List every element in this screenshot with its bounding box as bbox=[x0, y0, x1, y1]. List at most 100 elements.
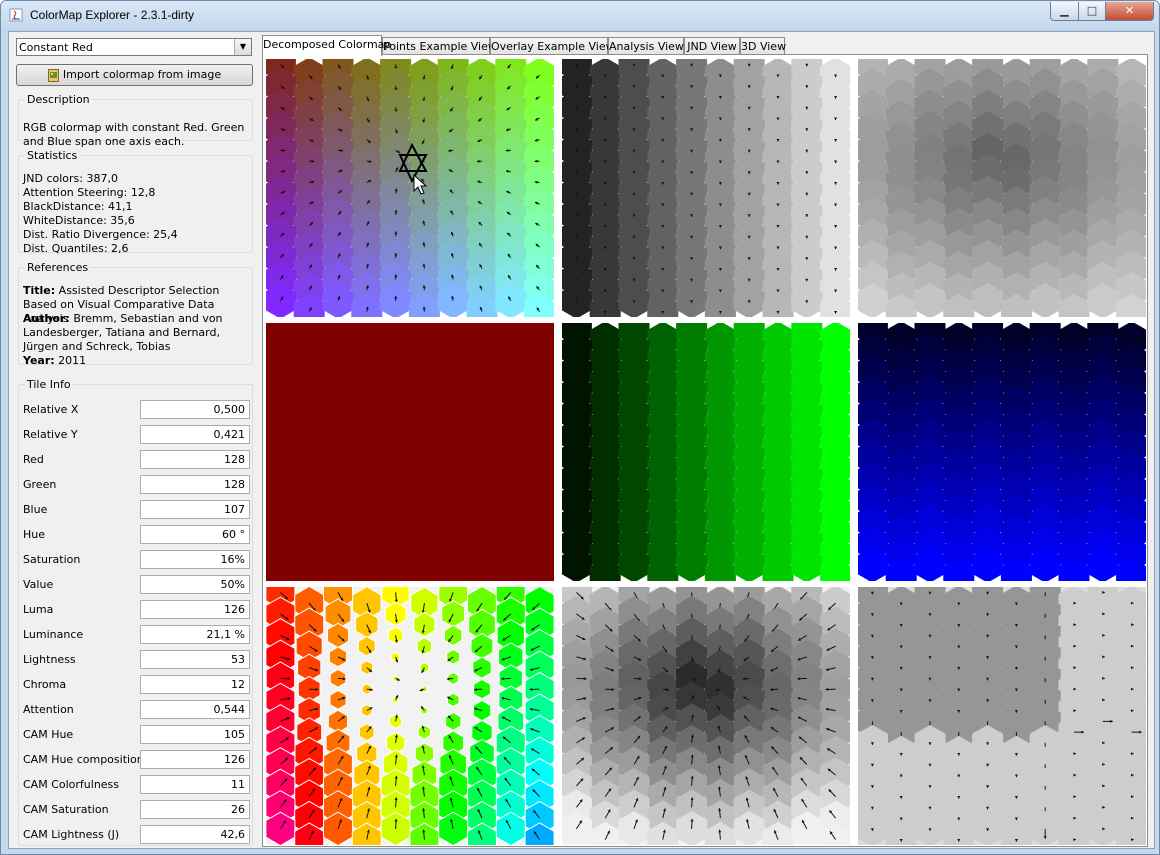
chevron-down-icon[interactable]: ▼ bbox=[234, 39, 251, 55]
tile-info-field-relative-y[interactable]: 0,421 bbox=[140, 425, 250, 444]
tile-info-label-relative-y: Relative Y bbox=[23, 428, 78, 441]
tile-info-label-cam-hue: CAM Hue bbox=[23, 728, 74, 741]
tile-info-field-saturation[interactable]: 16% bbox=[140, 550, 250, 569]
tab-analysis-view[interactable]: Analysis View bbox=[608, 37, 684, 55]
reference-year-value: 2011 bbox=[58, 354, 87, 367]
tile-attention-hexagons[interactable] bbox=[858, 587, 1146, 845]
image-icon bbox=[47, 68, 59, 82]
hex-cell bbox=[329, 689, 347, 710]
tile-info-section: Tile Info Relative X 0,500 Relative Y 0,421… bbox=[18, 378, 253, 846]
tile-saturation-hexagons-canvas bbox=[562, 587, 850, 845]
tile-info-field-attention[interactable]: 0,544 bbox=[140, 700, 250, 719]
stat-dist-ratio-divergence: Dist. Ratio Divergence: 25,4 bbox=[23, 228, 178, 241]
tile-luminance-gray[interactable] bbox=[858, 59, 1146, 317]
tile-info-field-value[interactable]: 50% bbox=[140, 575, 250, 594]
reference-year: Year: 2011 bbox=[23, 354, 247, 368]
hex-cell bbox=[357, 635, 376, 657]
tile-info-label-red: Red bbox=[23, 453, 44, 466]
colormap-select[interactable]: Constant Red ▼ bbox=[16, 38, 252, 56]
tile-green-channel-canvas bbox=[562, 323, 850, 581]
tile-info-label-saturation: Saturation bbox=[23, 553, 81, 566]
tile-blue-channel-canvas bbox=[858, 323, 1146, 581]
tile-info-label-cam-lightness-j: CAM Lightness (J) bbox=[23, 828, 120, 841]
tile-colormap-rgb[interactable] bbox=[266, 59, 554, 317]
stat-attention-steering: Attention Steering: 12,8 bbox=[23, 186, 156, 199]
decomposed-colormap-panel bbox=[262, 54, 1148, 847]
tile-colormap-rgb-canvas bbox=[266, 59, 554, 317]
description-section: Description RGB colormap with constant R… bbox=[18, 93, 253, 148]
tile-info-field-lightness[interactable]: 53 bbox=[140, 650, 250, 669]
reference-title-label: Title: bbox=[23, 284, 56, 297]
tile-info-field-cam-hue[interactable]: 105 bbox=[140, 725, 250, 744]
tab-jnd-view[interactable]: JND View bbox=[684, 37, 740, 55]
maximize-button[interactable]: □ bbox=[1078, 2, 1106, 21]
stat-dist-quantiles: Dist. Quantiles: 2,6 bbox=[23, 242, 129, 255]
tile-info-field-luma[interactable]: 126 bbox=[140, 600, 250, 619]
tile-info-field-cam-saturation[interactable]: 26 bbox=[140, 800, 250, 819]
tile-info-field-cam-hue-composition[interactable]: 126 bbox=[140, 750, 250, 769]
tab-overlay-example-view[interactable]: Overlay Example View bbox=[490, 37, 615, 55]
statistics-section: Statistics JND colors: 387,0 Attention S… bbox=[18, 149, 253, 255]
tile-info-field-blue[interactable]: 107 bbox=[140, 500, 250, 519]
description-text: RGB colormap with constant Red. Green an… bbox=[23, 121, 245, 148]
tile-info-label-cam-colorfulness: CAM Colorfulness bbox=[23, 778, 120, 791]
tab-3d-view[interactable]: 3D View bbox=[740, 37, 786, 55]
tile-info-label-value: Value bbox=[23, 578, 54, 591]
import-colormap-label: Import colormap from image bbox=[62, 68, 222, 81]
tile-info-label-cam-hue-composition: CAM Hue composition bbox=[23, 753, 144, 766]
hex-cell bbox=[419, 662, 430, 674]
tile-info-label-attention: Attention bbox=[23, 703, 74, 716]
tile-red-channel[interactable] bbox=[266, 323, 554, 581]
tab-points-example-view[interactable]: Points Example View bbox=[382, 37, 497, 55]
stat-black-distance: BlackDistance: 41,1 bbox=[23, 200, 133, 213]
description-title: Description bbox=[27, 93, 90, 106]
minimize-button[interactable]: ▁ bbox=[1050, 2, 1079, 21]
java-app-icon bbox=[9, 8, 23, 22]
tile-info-field-red[interactable]: 128 bbox=[140, 450, 250, 469]
tile-info-label-hue: Hue bbox=[23, 528, 46, 541]
tile-info-label-chroma: Chroma bbox=[23, 678, 67, 691]
reference-author-label: Author: bbox=[23, 312, 70, 325]
tile-red-channel-canvas bbox=[266, 323, 554, 581]
left-panel: Constant Red ▼ Import colormap from imag… bbox=[9, 32, 261, 848]
reference-author: Author: Bremm, Sebastian and von Landesb… bbox=[23, 312, 247, 354]
tile-info-field-green[interactable]: 128 bbox=[140, 475, 250, 494]
tile-info-label-cam-saturation: CAM Saturation bbox=[23, 803, 109, 816]
tile-info-field-luminance[interactable]: 21,1 % bbox=[140, 625, 250, 644]
tile-info-field-chroma[interactable]: 12 bbox=[140, 675, 250, 694]
tab-decomposed-colormap[interactable]: Decomposed Colormap bbox=[262, 35, 391, 56]
window-title: ColorMap Explorer - 2.3.1-dirty bbox=[30, 8, 195, 22]
references-title: References bbox=[27, 261, 89, 274]
tile-luminance-gray-canvas bbox=[858, 59, 1146, 317]
tile-saturation-hexagons[interactable] bbox=[562, 587, 850, 845]
hex-cell bbox=[359, 723, 375, 742]
tile-attention-hexagons-canvas bbox=[858, 587, 1146, 845]
tile-lightness-gray[interactable] bbox=[562, 59, 850, 317]
colormap-select-value: Constant Red bbox=[19, 41, 93, 54]
title-bar[interactable]: ColorMap Explorer - 2.3.1-dirty ▁ □ ✕ bbox=[1, 1, 1159, 31]
tile-info-field-relative-x[interactable]: 0,500 bbox=[140, 400, 250, 419]
tile-green-channel[interactable] bbox=[562, 323, 850, 581]
import-colormap-button[interactable]: Import colormap from image bbox=[16, 64, 253, 86]
hex-cell bbox=[328, 646, 348, 668]
statistics-title: Statistics bbox=[27, 149, 78, 162]
hex-cell bbox=[417, 724, 431, 740]
close-button[interactable]: ✕ bbox=[1105, 2, 1154, 21]
tile-hue-hexagons-canvas bbox=[266, 587, 554, 845]
tile-info-field-cam-lightness-j[interactable]: 42,6 bbox=[140, 825, 250, 844]
tile-hue-hexagons[interactable] bbox=[266, 587, 554, 845]
tile-info-label-blue: Blue bbox=[23, 503, 48, 516]
tile-info-label-lightness: Lightness bbox=[23, 653, 76, 666]
tile-info-field-cam-colorfulness[interactable]: 11 bbox=[140, 775, 250, 794]
client-area: Constant Red ▼ Import colormap from imag… bbox=[8, 31, 1155, 849]
tile-blue-channel[interactable] bbox=[858, 323, 1146, 581]
app-window: ColorMap Explorer - 2.3.1-dirty ▁ □ ✕ Co… bbox=[0, 0, 1160, 855]
stat-jnd-colors: JND colors: 387,0 bbox=[23, 172, 118, 185]
reference-year-label: Year: bbox=[23, 354, 55, 367]
stat-white-distance: WhiteDistance: 35,6 bbox=[23, 214, 135, 227]
tile-info-title: Tile Info bbox=[27, 378, 71, 391]
tile-lightness-gray-canvas bbox=[562, 59, 850, 317]
tile-info-label-luminance: Luminance bbox=[23, 628, 84, 641]
tile-info-label-green: Green bbox=[23, 478, 57, 491]
tile-info-field-hue[interactable]: 60 ° bbox=[140, 525, 250, 544]
